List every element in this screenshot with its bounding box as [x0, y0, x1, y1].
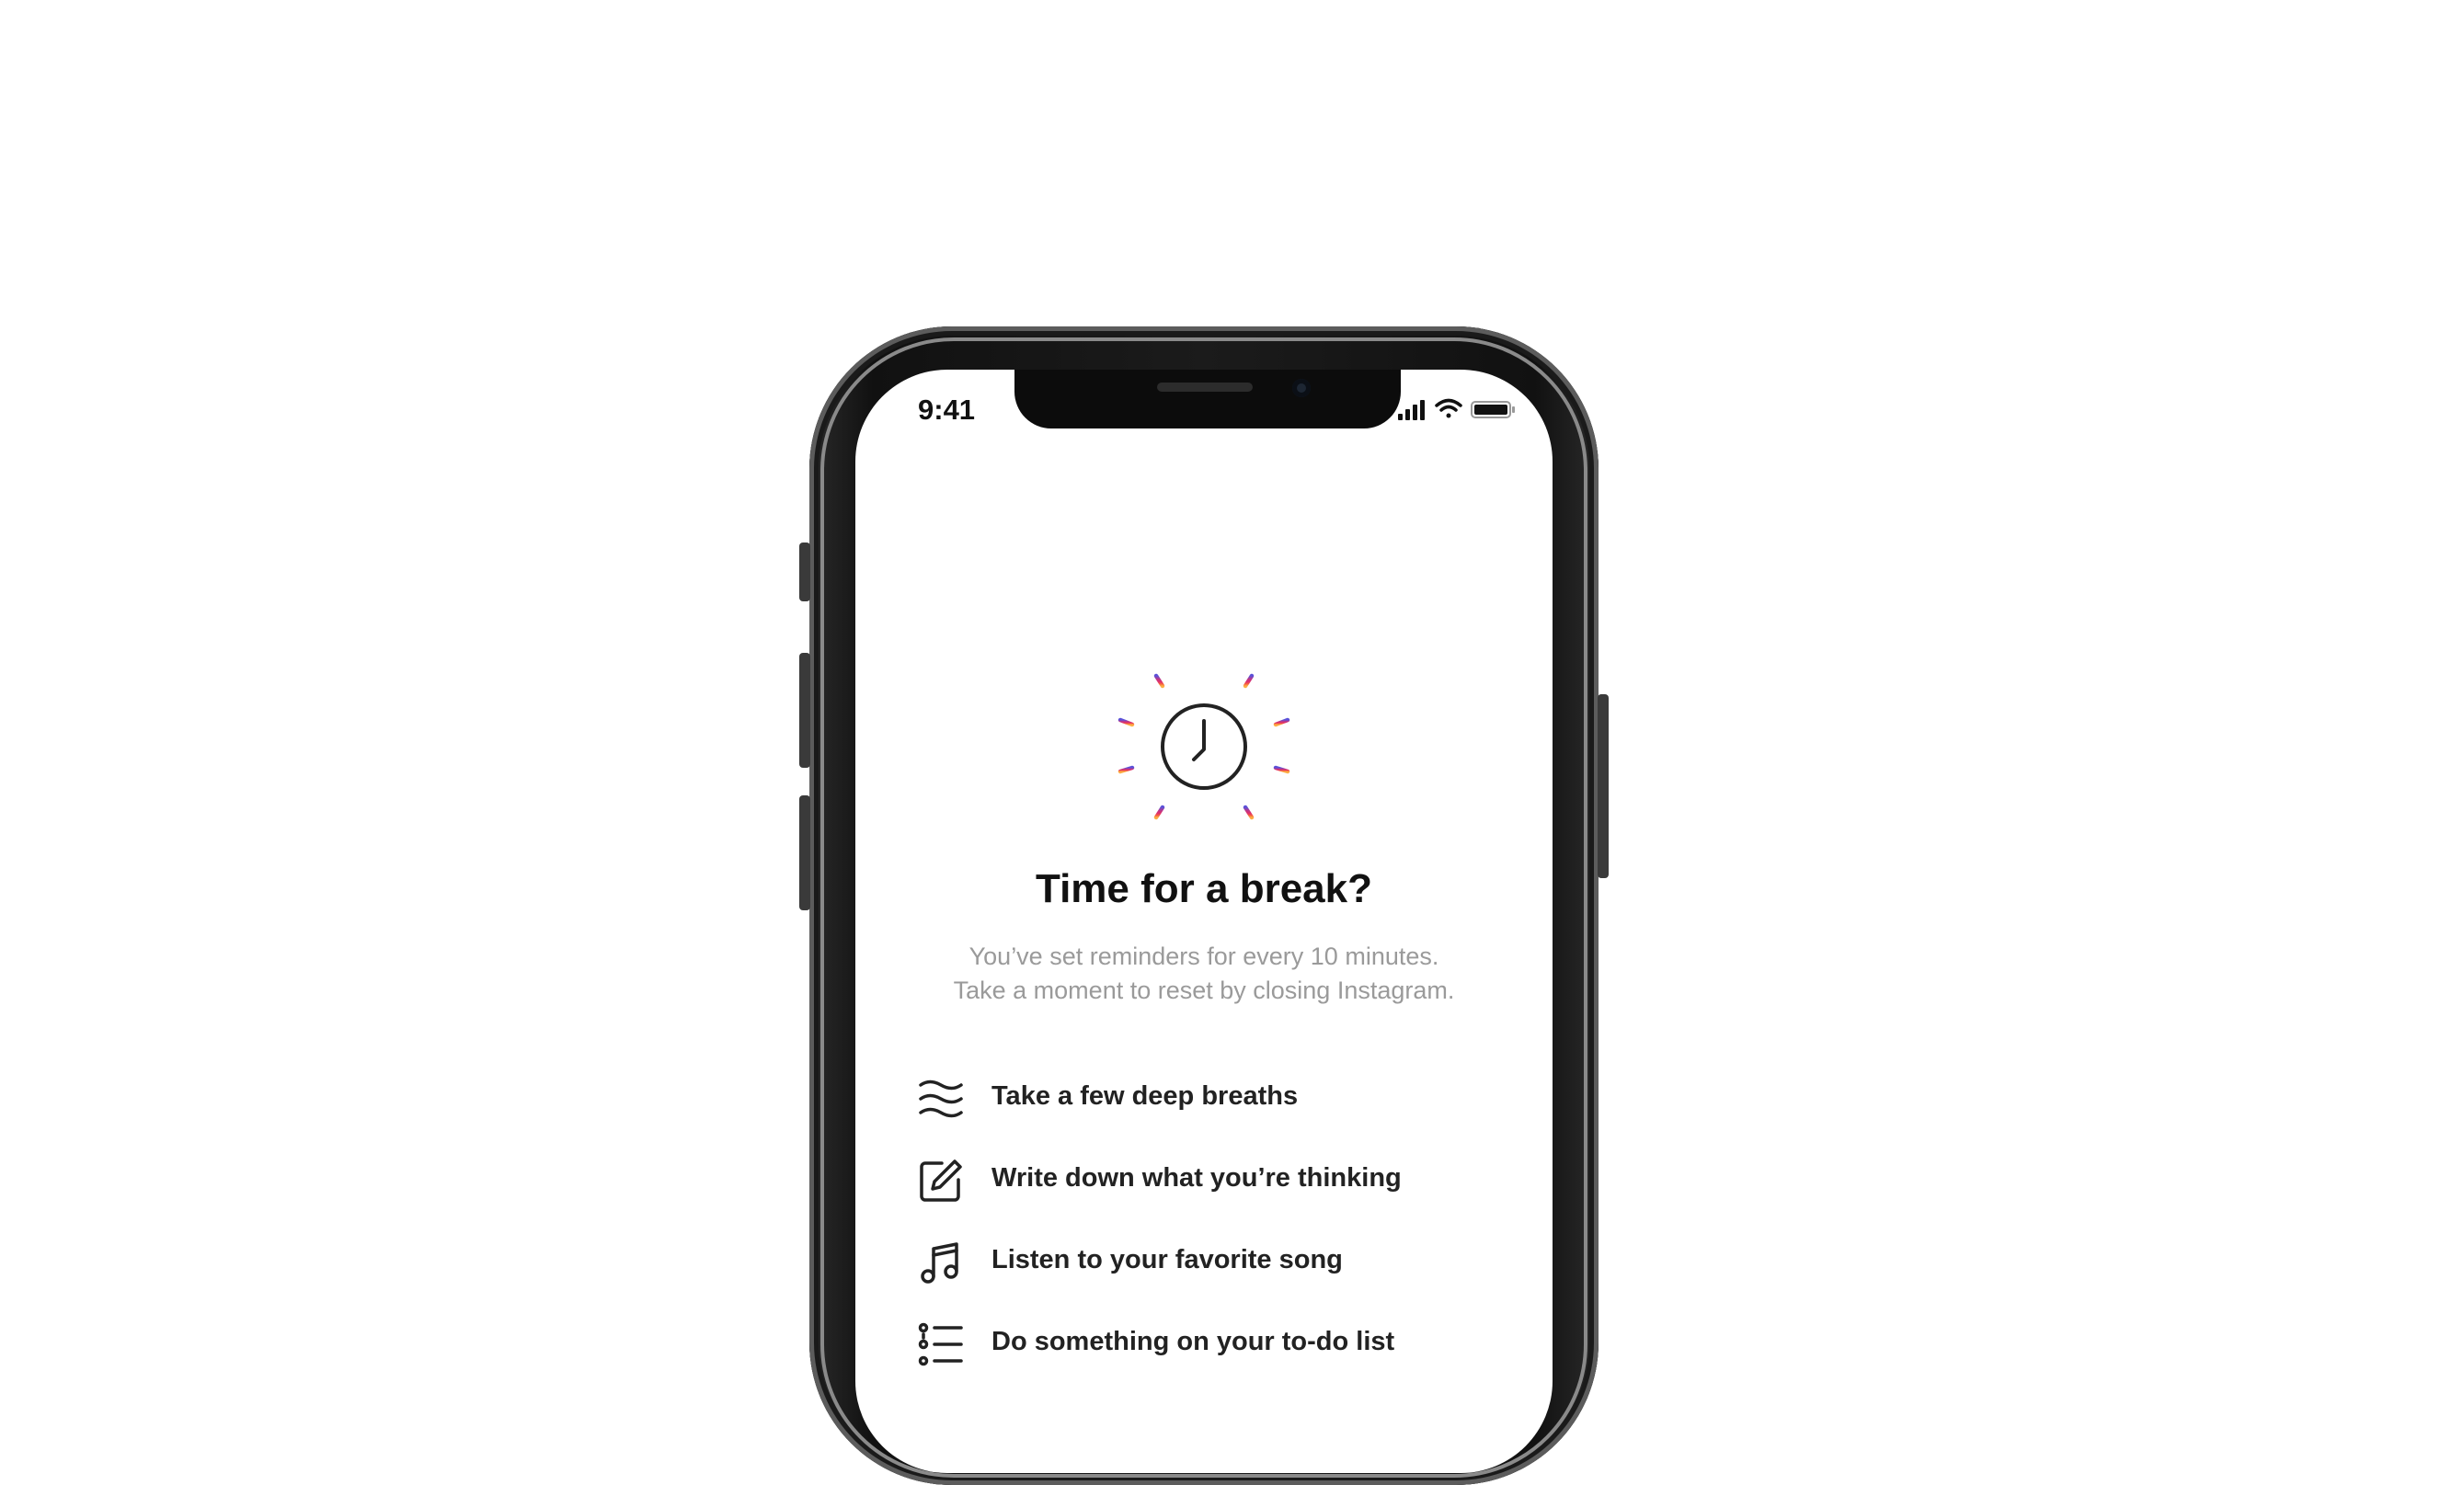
wifi-icon	[1435, 398, 1462, 418]
suggestion-favorite-song: Listen to your favorite song	[918, 1239, 1525, 1321]
music-note-icon	[918, 1239, 964, 1285]
subtitle-line-2: Take a moment to reset by closing Instag…	[953, 977, 1455, 1004]
volume-up-button	[799, 653, 810, 768]
suggestion-deep-breaths: Take a few deep breaths	[918, 1076, 1525, 1158]
power-button	[1598, 694, 1609, 878]
suggestion-label: Do something on your to-do list	[991, 1327, 1395, 1356]
breath-waves-icon	[918, 1076, 964, 1122]
suggestion-todo-list: Do something on your to-do list	[918, 1321, 1525, 1403]
phone-screen: 9:41 Time for a break? You’ve set remind…	[855, 370, 1553, 1473]
cellular-signal-icon	[1398, 400, 1425, 420]
suggestion-label: Take a few deep breaths	[991, 1081, 1299, 1111]
suggestion-list: Take a few deep breaths Write down what …	[918, 1076, 1525, 1403]
earpiece-speaker	[1157, 383, 1253, 392]
volume-down-button	[799, 795, 810, 910]
compose-pencil-icon	[918, 1158, 964, 1204]
front-camera	[1292, 379, 1311, 397]
suggestion-label: Listen to your favorite song	[991, 1245, 1343, 1274]
page-subtitle: You’ve set reminders for every 10 minute…	[855, 940, 1553, 1008]
suggestion-label: Write down what you’re thinking	[991, 1163, 1402, 1193]
clock-with-rays-icon	[1112, 655, 1296, 839]
checklist-icon	[918, 1321, 964, 1367]
battery-icon	[1471, 401, 1515, 418]
subtitle-line-1: You’ve set reminders for every 10 minute…	[968, 942, 1439, 970]
phone-notch	[1014, 370, 1401, 428]
status-bar-icons	[1394, 395, 1523, 423]
page-title: Time for a break?	[1036, 866, 1372, 911]
suggestion-write-down: Write down what you’re thinking	[918, 1158, 1525, 1239]
status-bar-time: 9:41	[918, 394, 976, 426]
silent-switch	[799, 543, 810, 601]
